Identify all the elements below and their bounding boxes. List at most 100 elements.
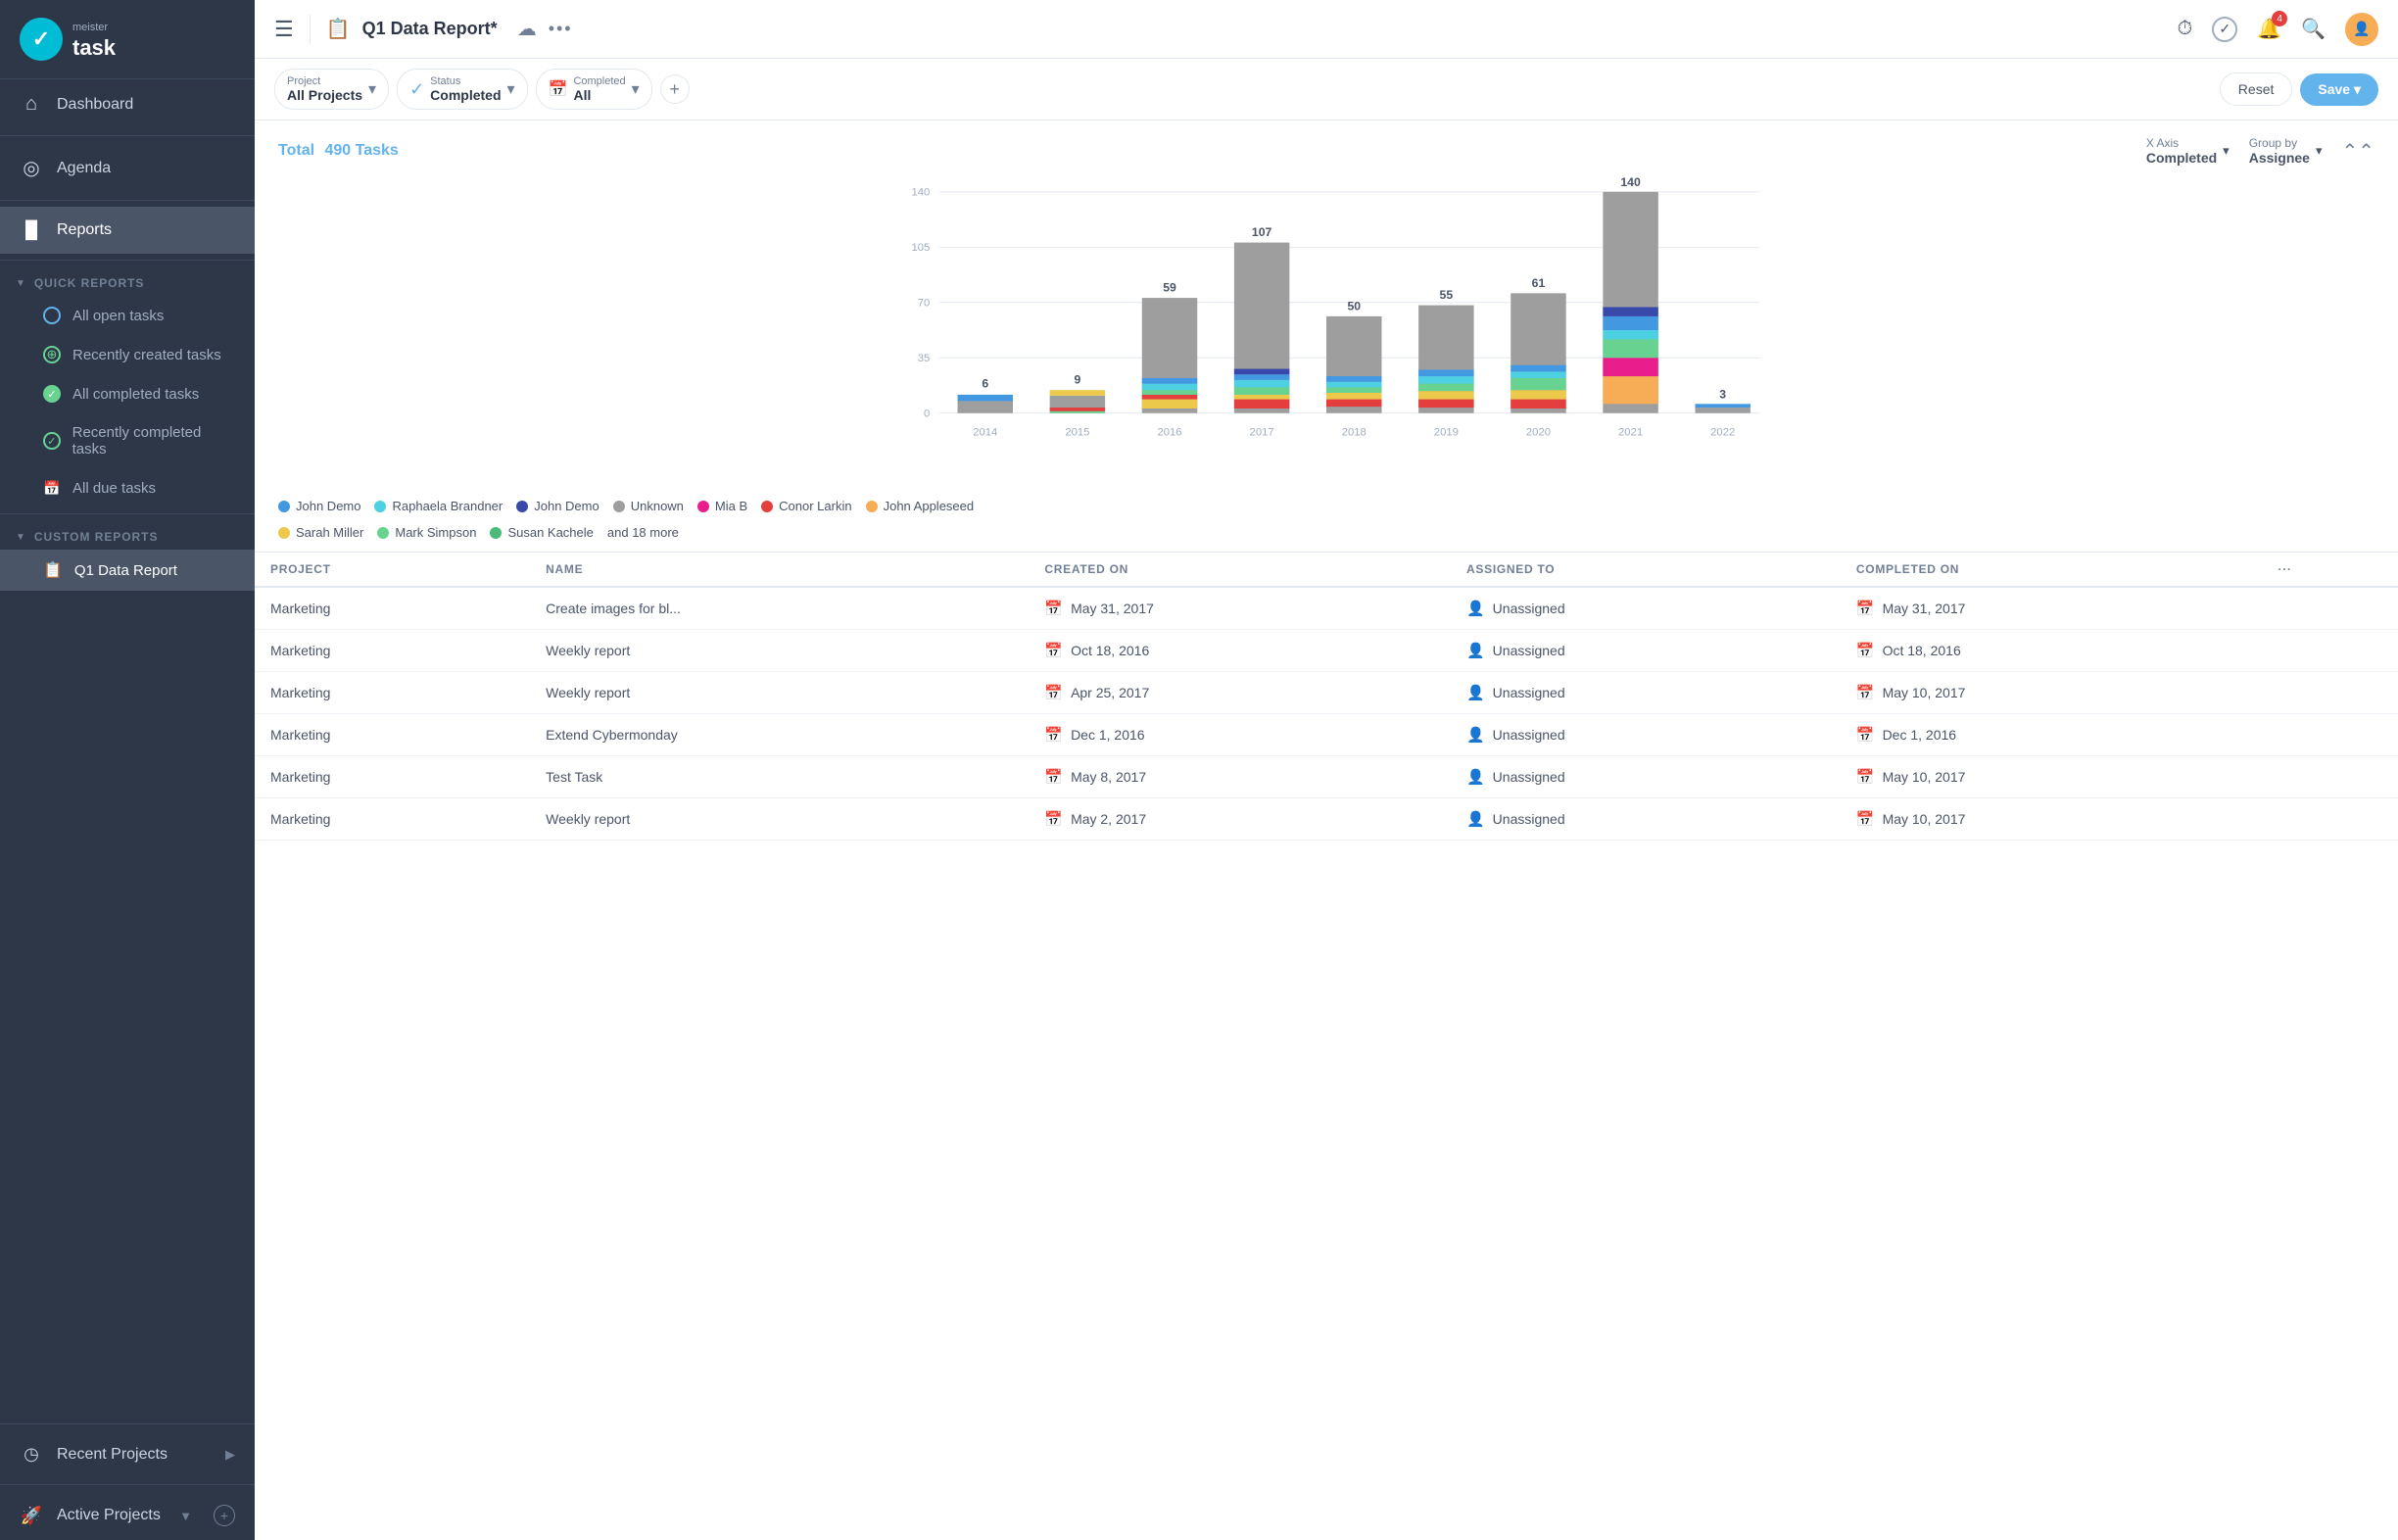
svg-text:2020: 2020 [1526,426,1551,438]
table-row: MarketingWeekly report📅Apr 25, 2017👤Unas… [255,672,2398,714]
menu-button[interactable]: ☰ [274,17,294,42]
reset-button[interactable]: Reset [2220,72,2293,106]
group-by-control[interactable]: Group by Assignee ▾ [2249,136,2323,166]
legend-item: Unknown [613,499,684,513]
nav-divider-4 [0,513,255,514]
sidebar: ✓ meister task ⌂ Dashboard ◎ Agenda ▐▌ R… [0,0,255,1540]
avatar[interactable]: 👤 [2345,13,2378,46]
x-axis-control[interactable]: X Axis Completed ▾ [2146,136,2230,166]
topbar: ☰ 📋 Q1 Data Report* ☁ ••• ⏱ ✓ 🔔 4 🔍 👤 [255,0,2398,59]
chevron-down-icon-3: ▼ [179,1509,192,1523]
notifications-button[interactable]: 🔔 4 [2257,17,2281,41]
page-title: Q1 Data Report* [362,19,498,39]
nav-divider-3 [0,260,255,261]
completed-filter[interactable]: 📅 Completed All ▾ [536,69,652,110]
rocket-icon: 🚀 [20,1506,43,1526]
x-axis-chevron: ▾ [2223,143,2230,159]
legend-item: Raphaela Brandner [374,499,503,513]
sidebar-item-all-open[interactable]: All open tasks [0,296,255,335]
status-filter-chevron: ▾ [507,79,515,99]
svg-text:2016: 2016 [1157,426,1181,438]
svg-text:59: 59 [1163,280,1176,294]
calendar-icon: 📅 [1044,642,1063,659]
sidebar-item-all-completed[interactable]: ✓ All completed tasks [0,374,255,413]
quick-reports-header[interactable]: ▼ QUICK REPORTS [0,266,255,296]
logo-text: meister task [72,18,116,61]
open-circle-icon [43,307,61,324]
sidebar-item-q1-report[interactable]: 📋 Q1 Data Report [0,550,255,591]
chevron-down-icon: ▼ [16,278,26,289]
table-col-more[interactable]: ··· [2262,553,2398,587]
chart-controls: X Axis Completed ▾ Group by Assignee ▾ ⌃… [2146,136,2374,166]
report-icon: 📋 [326,17,351,41]
svg-text:2015: 2015 [1065,426,1089,438]
table-row: MarketingCreate images for bl...📅May 31,… [255,587,2398,630]
total-label: Total 490 Tasks [278,142,399,160]
sidebar-item-recently-created[interactable]: ⊕ Recently created tasks [0,335,255,374]
legend-item: Mia B [697,499,747,513]
user-icon: 👤 [1466,810,1485,828]
main-content: ☰ 📋 Q1 Data Report* ☁ ••• ⏱ ✓ 🔔 4 🔍 👤 Pr… [255,0,2398,1540]
calendar-completed-icon: 📅 [1856,810,1875,828]
topbar-divider [310,15,311,44]
project-filter[interactable]: Project All Projects ▾ [274,69,389,110]
add-filter-button[interactable]: + [660,74,690,104]
calendar-completed-icon: 📅 [1856,768,1875,786]
more-options-button[interactable]: ••• [549,19,573,39]
agenda-icon: ◎ [20,156,43,180]
logo-area: ✓ meister task [0,0,255,79]
search-button[interactable]: 🔍 [2301,17,2326,41]
reports-icon: ▐▌ [20,220,43,240]
custom-reports-header[interactable]: ▼ CUSTOM REPORTS [0,520,255,550]
sidebar-item-recently-completed[interactable]: ✓ Recently completed tasks [0,413,255,468]
sidebar-item-reports[interactable]: ▐▌ Reports [0,207,255,254]
calendar-icon: 📅 [43,479,61,497]
calendar-completed-icon: 📅 [1856,726,1875,744]
svg-text:70: 70 [918,298,931,310]
svg-text:0: 0 [924,408,930,419]
svg-text:2021: 2021 [1618,426,1643,438]
table-row: MarketingWeekly report📅May 2, 2017👤Unass… [255,798,2398,841]
sidebar-item-dashboard[interactable]: ⌂ Dashboard [0,79,255,129]
table-row: MarketingWeekly report📅Oct 18, 2016👤Unas… [255,630,2398,672]
save-button[interactable]: Save ▾ [2300,73,2378,106]
upload-button[interactable]: ☁ [517,17,537,41]
legend-item: John Appleseed [866,499,975,513]
chart-header: Total 490 Tasks X Axis Completed ▾ Group… [255,120,2398,173]
topbar-actions: ⏱ ✓ 🔔 4 🔍 👤 [2178,13,2378,46]
timer-button[interactable]: ⏱ [2178,18,2193,40]
table-col-completed_on: COMPLETED ON [1841,553,2263,587]
collapse-chart-button[interactable]: ⌃⌃ [2341,139,2374,164]
user-icon: 👤 [1466,600,1485,617]
completed-filter-chevron: ▾ [632,79,640,99]
table-col-name: NAME [530,553,1029,587]
sidebar-item-all-due[interactable]: 📅 All due tasks [0,468,255,507]
legend-item: John Demo [278,499,360,513]
user-icon: 👤 [1466,642,1485,659]
chart-legend: John DemoRaphaela BrandnerJohn DemoUnkno… [255,487,2398,553]
svg-text:140: 140 [1620,175,1641,189]
expand-icon: ▶ [225,1447,235,1463]
sidebar-item-recent-projects[interactable]: ◷ Recent Projects ▶ [0,1430,255,1478]
logo-icon: ✓ [20,18,63,61]
project-filter-chevron: ▾ [368,79,376,99]
user-icon: 👤 [1466,684,1485,701]
sidebar-item-active-projects[interactable]: 🚀 Active Projects ▼ + [0,1491,255,1540]
chart-container: Total 490 Tasks X Axis Completed ▾ Group… [255,120,2398,1540]
table-row: MarketingTest Task📅May 8, 2017👤Unassigne… [255,756,2398,798]
user-icon: 👤 [1466,726,1485,744]
check-button[interactable]: ✓ [2212,17,2237,42]
nav-divider-2 [0,200,255,201]
calendar-icon: 📅 [1044,684,1063,701]
table-col-created_on: CREATED ON [1029,553,1451,587]
sidebar-item-agenda[interactable]: ◎ Agenda [0,142,255,194]
svg-text:9: 9 [1074,373,1080,387]
calendar-icon: 📅 [1044,726,1063,744]
status-filter[interactable]: ✓ Status Completed ▾ [397,69,527,110]
data-table: PROJECTNAMECREATED ONASSIGNED TOCOMPLETE… [255,553,2398,841]
svg-text:2022: 2022 [1710,426,1735,438]
chevron-down-icon-2: ▼ [16,532,26,543]
calendar-icon: 📅 [1044,768,1063,786]
calendar-completed-icon: 📅 [1856,600,1875,617]
add-project-button[interactable]: + [214,1505,235,1526]
